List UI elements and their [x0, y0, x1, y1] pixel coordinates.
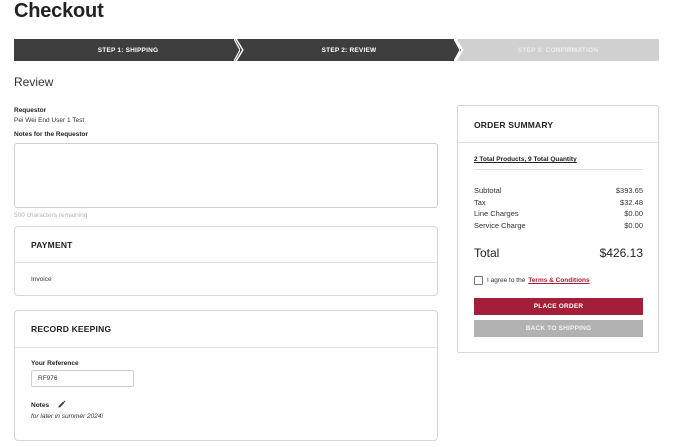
reference-input[interactable]	[31, 370, 134, 387]
page-title: Checkout	[14, 0, 104, 22]
record-notes-value: for later in summer 2024!	[31, 413, 104, 420]
summary-line-value: $393.65	[615, 186, 643, 195]
summary-line-label: Tax	[474, 198, 486, 207]
step-review: STEP 2: REVIEW	[237, 39, 461, 61]
totals-link[interactable]: 2 Total Products, 9 Total Quantity	[474, 156, 577, 163]
summary-divider	[474, 169, 643, 170]
total-value: $426.13	[599, 246, 643, 260]
back-to-shipping-button[interactable]: BACK TO SHIPPING	[474, 320, 643, 337]
record-notes-label: Notes	[31, 402, 50, 409]
reference-label: Your Reference	[31, 360, 79, 367]
characters-remaining: 500 characters remaining	[14, 212, 88, 219]
step-divider-2	[454, 39, 460, 61]
summary-line-tax: Tax $32.48	[474, 198, 643, 207]
summary-line-value: $32.48	[620, 198, 643, 207]
summary-line-value: $0.00	[624, 221, 643, 230]
summary-line-label: Service Charge	[474, 221, 526, 230]
requestor-label: Requestor	[14, 107, 47, 114]
payment-card: PAYMENT Invoice	[14, 226, 438, 296]
payment-card-header	[15, 227, 437, 263]
pencil-icon[interactable]	[57, 400, 66, 409]
summary-line-value: $0.00	[624, 209, 643, 218]
order-summary-card: ORDER SUMMARY 2 Total Products, 9 Total …	[457, 105, 659, 353]
summary-total: Total $426.13	[474, 246, 643, 260]
step-divider-1	[234, 39, 240, 61]
payment-title: PAYMENT	[31, 240, 73, 250]
checkout-steps: STEP 1: SHIPPING STEP 2: REVIEW STEP 3: …	[14, 39, 659, 61]
summary-line-label: Line Charges	[474, 209, 519, 218]
terms-agree-text: I agree to the	[487, 277, 526, 284]
terms-link[interactable]: Terms & Conditions	[528, 277, 589, 284]
place-order-button[interactable]: PLACE ORDER	[474, 298, 643, 315]
summary-line-subtotal: Subtotal $393.65	[474, 186, 643, 195]
summary-line-label: Subtotal	[474, 186, 502, 195]
total-label: Total	[474, 246, 500, 260]
payment-method: Invoice	[31, 276, 52, 283]
record-keeping-card: RECORD KEEPING Your Reference Notes for …	[14, 310, 438, 441]
terms-checkbox[interactable]	[474, 276, 483, 285]
summary-line-service-charge: Service Charge $0.00	[474, 221, 643, 230]
summary-line-line-charges: Line Charges $0.00	[474, 209, 643, 218]
order-summary-title: ORDER SUMMARY	[474, 120, 554, 130]
requestor-notes-label: Notes for the Requestor	[14, 131, 89, 138]
requestor-value: Pei Wei End User 1 Test	[14, 117, 85, 124]
section-title: Review	[14, 75, 54, 89]
step-shipping[interactable]: STEP 1: SHIPPING	[14, 39, 242, 61]
terms-agreement: I agree to the Terms & Conditions	[474, 276, 590, 285]
record-keeping-title: RECORD KEEPING	[31, 324, 112, 334]
step-confirmation: STEP 3: CONFIRMATION	[457, 39, 659, 61]
requestor-notes-textarea[interactable]	[14, 143, 438, 208]
